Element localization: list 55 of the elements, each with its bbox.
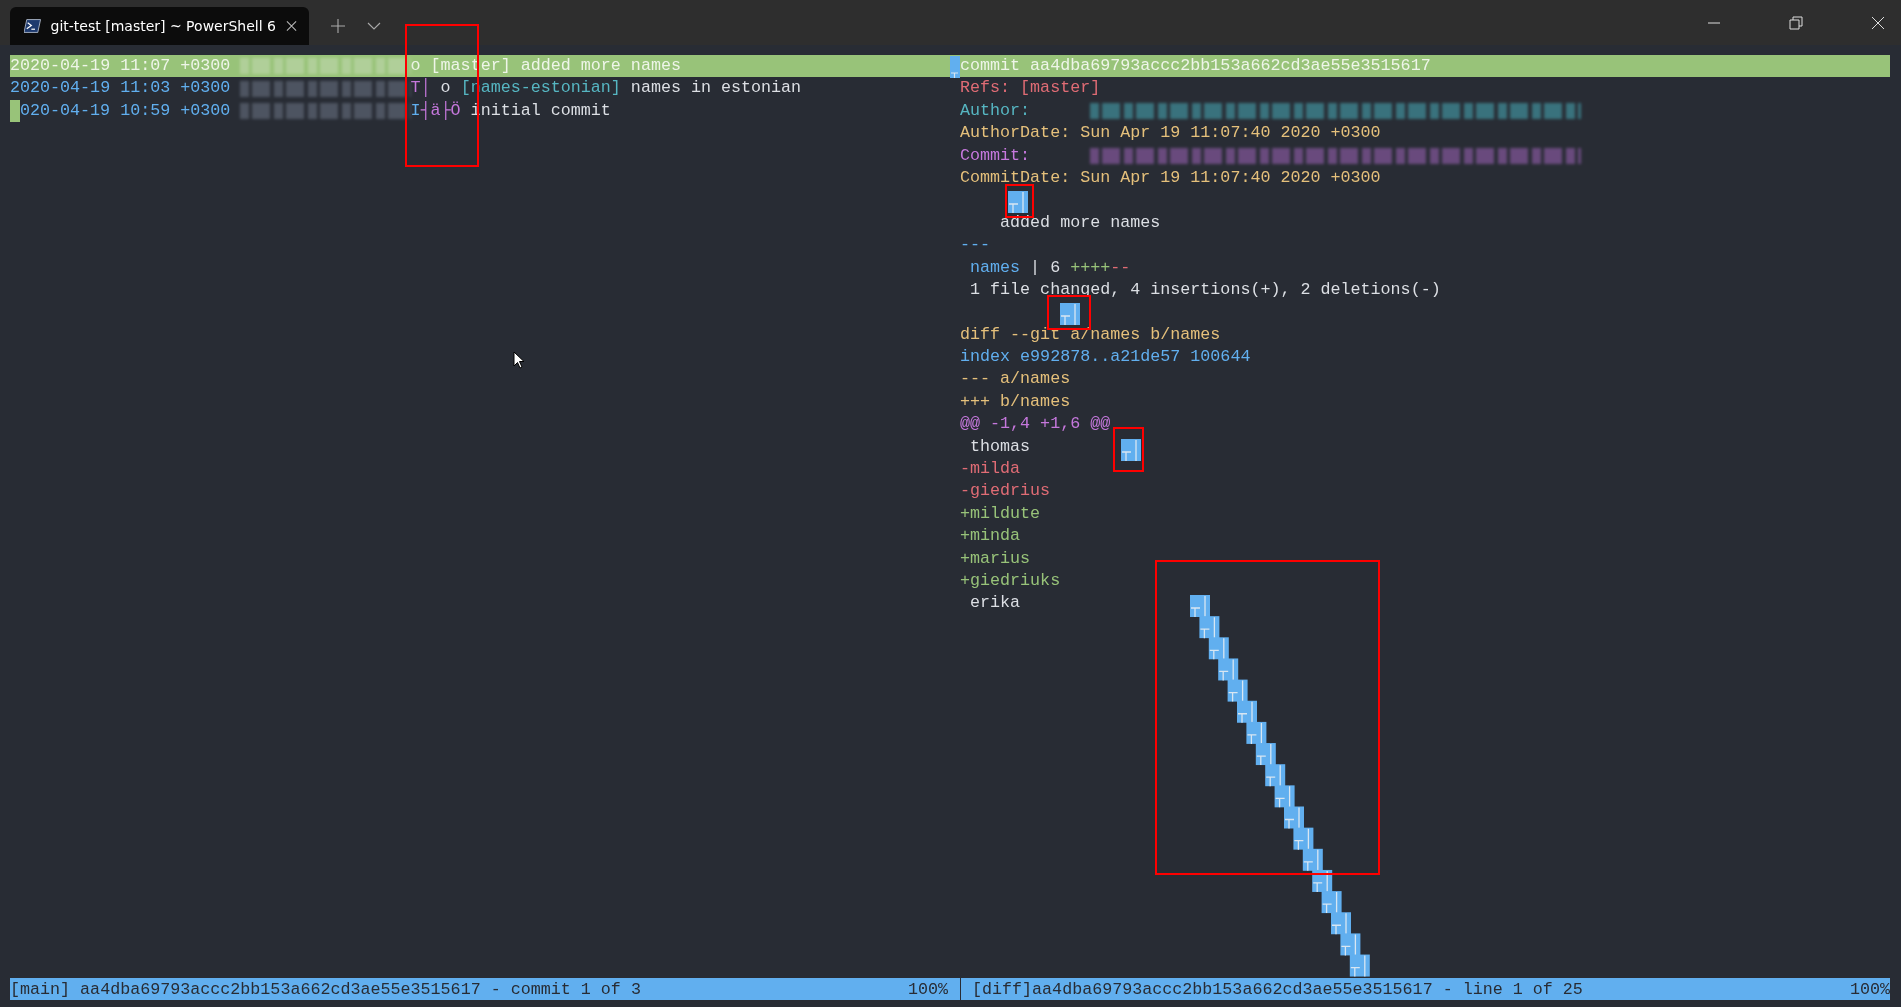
status-text: [main] aa4dba69793accc2bb153a662cd3ae55e3515617 - commit 1 of 3 bbox=[10, 979, 641, 999]
log-text: o bbox=[439, 77, 452, 100]
diff-text: Refs: [master] bbox=[960, 77, 1101, 100]
diff-text: thomas bbox=[969, 435, 1031, 458]
close-icon[interactable] bbox=[1871, 15, 1885, 30]
diff-text: +minda bbox=[960, 525, 1021, 548]
diff-text: -- bbox=[1110, 256, 1131, 279]
diff-text: erika bbox=[969, 592, 1021, 615]
scroll-percent: 100% bbox=[907, 979, 948, 999]
diff-text: | 6 bbox=[1029, 256, 1062, 279]
log-text: 020-04-19 10:59 +0300 bbox=[20, 99, 231, 122]
diff-text: CommitDate: Sun Apr 19 11:07:40 2020 +0300 bbox=[960, 166, 1381, 189]
log-text: ┤ä├Ö bbox=[420, 99, 461, 122]
diff-text: -milda bbox=[960, 458, 1021, 481]
diff-text: +marius bbox=[960, 547, 1031, 570]
diff-text: +mildute bbox=[960, 502, 1041, 525]
diff-text: +giedriuks bbox=[960, 570, 1061, 592]
diff-text: Author: bbox=[960, 99, 1032, 122]
annotation-frame bbox=[1113, 427, 1144, 472]
log-text: I bbox=[410, 99, 421, 122]
log-text: T│ bbox=[410, 77, 431, 100]
cursor-block-icon bbox=[10, 99, 20, 123]
log-text: 2020-04-19 11:03 +0300 bbox=[10, 77, 231, 100]
diff-text: -giedrius bbox=[960, 480, 1051, 503]
restore-icon[interactable] bbox=[1789, 15, 1803, 30]
cursor-artifact-icon bbox=[1121, 439, 1141, 461]
diff-text: Commit: bbox=[960, 144, 1032, 167]
scroll-percent: 100% bbox=[1849, 979, 1890, 999]
status-text: [diff]aa4dba69793accc2bb153a662cd3ae55e3515617 - line 1 of 25 bbox=[972, 979, 1583, 999]
diff-text: index e992878..a21de57 100644 bbox=[960, 346, 1251, 369]
diff-text: ++++ bbox=[1070, 256, 1111, 279]
diff-text: diff --git a/names b/names bbox=[960, 323, 1221, 346]
diff-text: --- a/names bbox=[960, 368, 1071, 391]
log-text: names in estonian bbox=[629, 77, 802, 100]
diff-text: AuthorDate: Sun Apr 19 11:07:40 2020 +0300 bbox=[960, 122, 1381, 145]
mouse-pointer-icon bbox=[513, 351, 525, 369]
diff-text: @@ -1,4 +1,6 @@ bbox=[960, 413, 1111, 436]
powershell-icon bbox=[24, 19, 41, 33]
diff-text: --- bbox=[960, 234, 991, 257]
cursor-artifact-icon bbox=[950, 56, 960, 78]
log-text: 2020-04-19 11:07 +0300 bbox=[10, 55, 231, 77]
dropdown-icon[interactable] bbox=[367, 22, 381, 30]
diff-text: added more names bbox=[999, 211, 1161, 234]
diff-text: names bbox=[969, 256, 1021, 279]
diff-text: commit aa4dba69793accc2bb153a662cd3ae55e3515617 bbox=[960, 55, 1431, 77]
tab-title: git-test [master] ~ PowerShell 6 bbox=[50, 18, 276, 34]
diff-text: +++ b/names bbox=[960, 390, 1071, 413]
log-text: added more names bbox=[519, 55, 681, 77]
cursor-artifact-icon bbox=[1060, 303, 1080, 325]
diff-text: 1 file changed, 4 insertions(+), 2 deletions(-) bbox=[969, 278, 1441, 301]
cursor-artifact-icon bbox=[1008, 191, 1028, 213]
terminal-tab[interactable]: git-test [master] ~ PowerShell 6 bbox=[10, 7, 309, 45]
log-text: o bbox=[410, 55, 422, 77]
new-tab-icon[interactable] bbox=[331, 19, 345, 33]
close-icon[interactable] bbox=[285, 20, 297, 32]
